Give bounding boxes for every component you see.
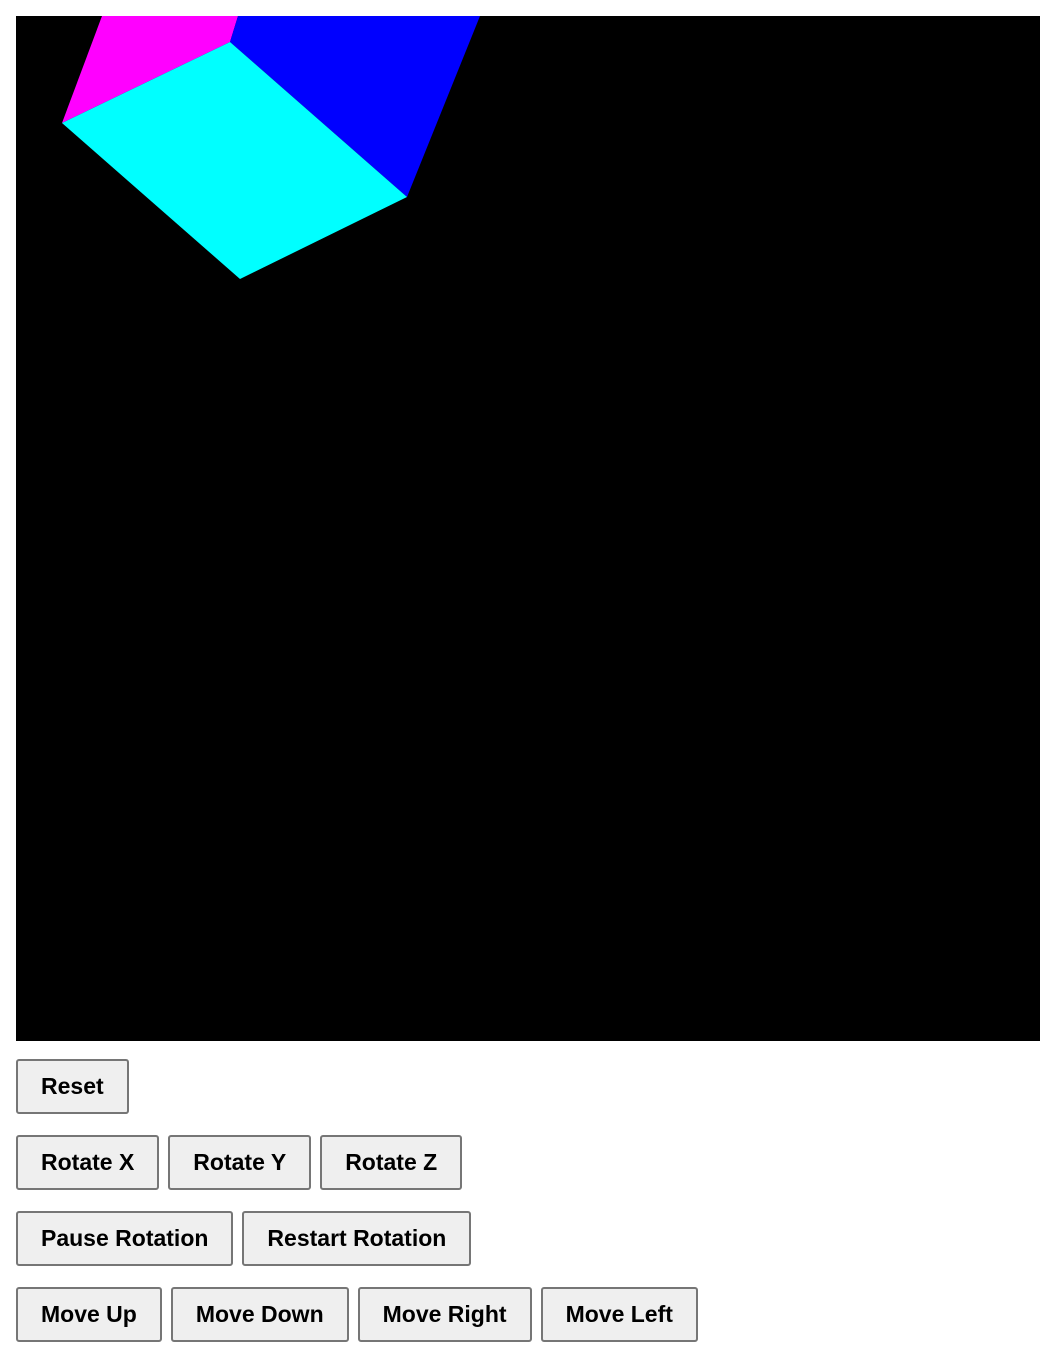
reset-row: Reset <box>16 1059 698 1114</box>
cube-scene <box>16 16 1040 1041</box>
restart-rotation-button[interactable]: Restart Rotation <box>242 1211 472 1266</box>
move-down-button[interactable]: Move Down <box>170 1287 349 1342</box>
reset-button[interactable]: Reset <box>16 1059 129 1114</box>
move-right-button[interactable]: Move Right <box>357 1287 532 1342</box>
rotate-row: Rotate X Rotate Y Rotate Z <box>16 1135 698 1190</box>
rotate-z-button[interactable]: Rotate Z <box>320 1135 463 1190</box>
rotation-state-row: Pause Rotation Restart Rotation <box>16 1211 698 1266</box>
move-row: Move Up Move Down Move Right Move Left <box>16 1287 698 1342</box>
page: Reset Rotate X Rotate Y Rotate Z Pause R… <box>0 0 1056 1362</box>
pause-rotation-button[interactable]: Pause Rotation <box>16 1211 234 1266</box>
rotate-y-button[interactable]: Rotate Y <box>168 1135 312 1190</box>
rotate-x-button[interactable]: Rotate X <box>16 1135 160 1190</box>
move-up-button[interactable]: Move Up <box>16 1287 162 1342</box>
move-left-button[interactable]: Move Left <box>540 1287 698 1342</box>
controls-panel: Reset Rotate X Rotate Y Rotate Z Pause R… <box>16 1059 698 1362</box>
3d-canvas[interactable] <box>16 16 1040 1041</box>
